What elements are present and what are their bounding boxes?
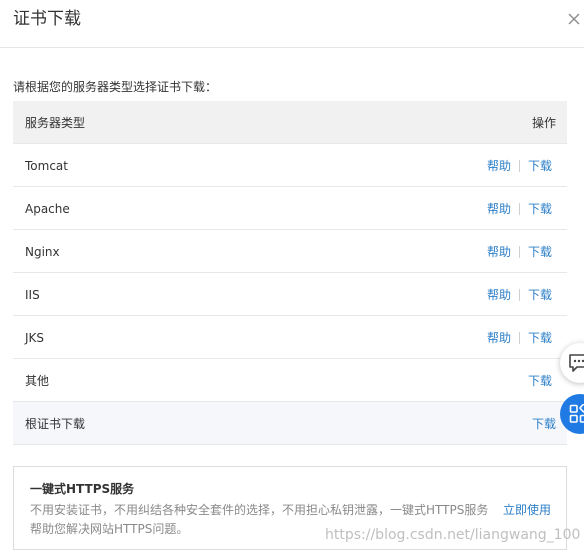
table-row-root-certificate: 根证书下载 下载: [13, 402, 567, 445]
download-link[interactable]: 下载: [528, 158, 552, 174]
server-name: Nginx: [25, 245, 60, 259]
dialog-title: 证书下载: [13, 9, 81, 29]
column-header-server-type: 服务器类型: [25, 116, 86, 130]
table-row-tomcat: Tomcat 帮助 下载: [13, 144, 567, 187]
server-name: Apache: [25, 202, 70, 216]
dialog-header: 证书下载: [0, 0, 584, 48]
help-link[interactable]: 帮助: [487, 287, 511, 303]
download-link[interactable]: 下载: [528, 373, 552, 389]
server-name: IIS: [25, 288, 40, 302]
row-operations: 下载: [532, 416, 556, 432]
divider: [518, 332, 520, 344]
table-row-apache: Apache 帮助 下载: [13, 187, 567, 230]
server-name: JKS: [25, 331, 45, 345]
row-operations: 帮助 下载: [487, 330, 552, 346]
root-download-link[interactable]: 下载: [532, 416, 556, 432]
instruction-text: 请根据您的服务器类型选择证书下载：: [13, 80, 218, 94]
divider: [518, 289, 520, 301]
download-link[interactable]: 下载: [528, 287, 552, 303]
column-header-operation: 操作: [531, 116, 556, 130]
server-type-table: 服务器类型 操作 Tomcat 帮助 下载 Apache 帮助 下载 Nginx…: [13, 101, 567, 445]
apps-grid-icon: [569, 404, 584, 423]
table-row-jks: JKS 帮助 下载: [13, 316, 567, 359]
row-operations: 下载: [528, 373, 552, 389]
help-link[interactable]: 帮助: [487, 158, 511, 174]
promo-title: 一键式HTTPS服务: [30, 482, 135, 496]
use-now-link[interactable]: 立即使用: [503, 501, 551, 520]
table-row-nginx: Nginx 帮助 下载: [13, 230, 567, 273]
help-link[interactable]: 帮助: [487, 330, 511, 346]
divider: [518, 203, 520, 215]
root-certificate-label: 根证书下载: [25, 417, 86, 431]
chat-icon: [569, 354, 584, 372]
watermark: https://blog.csdn.net/liangwang_100: [325, 527, 581, 543]
server-name: 其他: [25, 374, 50, 388]
download-link[interactable]: 下载: [528, 201, 552, 217]
download-link[interactable]: 下载: [528, 330, 552, 346]
table-row-iis: IIS 帮助 下载: [13, 273, 567, 316]
divider: [518, 160, 520, 172]
close-icon[interactable]: [567, 11, 581, 25]
download-link[interactable]: 下载: [528, 244, 552, 260]
help-link[interactable]: 帮助: [487, 244, 511, 260]
row-operations: 帮助 下载: [487, 201, 552, 217]
row-operations: 帮助 下载: [487, 158, 552, 174]
help-link[interactable]: 帮助: [487, 201, 511, 217]
server-name: Tomcat: [25, 159, 68, 173]
table-row-other: 其他 下载: [13, 359, 567, 402]
table-header: 服务器类型 操作: [13, 101, 567, 144]
row-operations: 帮助 下载: [487, 244, 552, 260]
row-operations: 帮助 下载: [487, 287, 552, 303]
divider: [518, 246, 520, 258]
